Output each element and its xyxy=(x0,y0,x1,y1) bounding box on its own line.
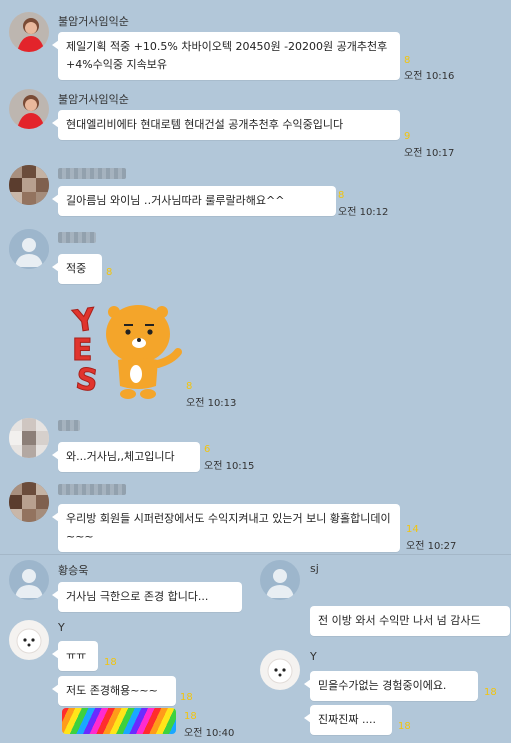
message-bubble[interactable]: 현대엘리비에타 현대로템 현대건설 공개추천후 수익중입니다 xyxy=(52,110,400,140)
unread-count: 18 xyxy=(484,687,497,698)
message-bubble[interactable]: 저도 존경해용~~~ xyxy=(52,676,176,706)
sender-name: 황승욱 xyxy=(58,564,89,577)
chat-window: { "messages": { "m1": {"sender":"불암거사임익순… xyxy=(0,0,511,743)
message-bubble[interactable]: 제일기획 적중 +10.5% 차바이오텍 20450원 -20200원 공개추천… xyxy=(52,32,400,80)
message-time: 오전 10:40 xyxy=(184,728,235,739)
avatar-photo-icon xyxy=(9,89,49,129)
unread-count: 6 xyxy=(204,444,211,455)
blurred-sender-name xyxy=(58,484,126,495)
blurred-sender-name xyxy=(58,168,126,179)
unread-count: 18 xyxy=(184,711,197,722)
svg-text:S: S xyxy=(74,361,100,399)
sticker-icon: Y E S xyxy=(70,301,182,400)
avatar[interactable] xyxy=(9,560,49,600)
unread-count: 8 xyxy=(338,190,345,201)
unread-count: 18 xyxy=(180,692,193,703)
blurred-avatar-icon xyxy=(9,482,49,522)
default-profile-icon xyxy=(260,560,300,600)
message-bubble[interactable]: 거사님 극한으로 존경 합니다... xyxy=(52,582,242,612)
message-bubble[interactable]: 믿을수가없는 경험중이에요. xyxy=(304,671,478,701)
avatar[interactable] xyxy=(9,165,49,205)
message-bubble[interactable]: 우리방 회원들 시퍼런장에서도 수익지켜내고 있는거 보니 황홀합니데이~~~ xyxy=(52,504,400,552)
unread-count: 8 xyxy=(186,381,193,392)
sender-name: 불암거사임익순 xyxy=(58,15,129,28)
message-time: 오전 10:16 xyxy=(404,71,455,82)
sender-name: Y xyxy=(310,650,317,663)
dog-avatar-icon xyxy=(9,620,49,660)
unread-count: 18 xyxy=(398,721,411,732)
message-time: 오전 10:27 xyxy=(406,541,457,552)
message-time: 오전 10:17 xyxy=(404,148,455,159)
blurred-sender-name xyxy=(58,232,96,243)
message-time: 오전 10:15 xyxy=(204,461,255,472)
default-profile-icon xyxy=(9,560,49,600)
panel-divider xyxy=(0,554,511,555)
message-bubble[interactable]: 전 이방 와서 수익만 나서 넘 감사드 xyxy=(310,606,510,636)
avatar-photo-icon xyxy=(9,12,49,52)
message-bubble[interactable]: 진짜진짜 .... xyxy=(304,705,392,735)
sender-name: Y xyxy=(58,621,65,634)
avatar[interactable] xyxy=(9,418,49,458)
avatar[interactable] xyxy=(260,650,300,690)
avatar[interactable] xyxy=(260,560,300,600)
message-time: 오전 10:13 xyxy=(186,398,237,409)
message-bubble[interactable]: 와...거사님,,체고입니다 xyxy=(52,442,200,472)
blurred-avatar-icon xyxy=(9,418,49,458)
avatar[interactable] xyxy=(9,89,49,129)
avatar[interactable] xyxy=(9,482,49,522)
blurred-avatar-icon xyxy=(9,165,49,205)
default-profile-icon xyxy=(9,229,49,269)
message-bubble[interactable]: ㅠㅠ xyxy=(52,641,98,671)
avatar[interactable] xyxy=(9,12,49,52)
sender-name: sj xyxy=(310,562,319,575)
unread-count: 8 xyxy=(106,267,113,278)
unread-count: 8 xyxy=(404,55,411,66)
blurred-sender-name xyxy=(58,420,80,431)
sender-name: 불암거사임익순 xyxy=(58,93,129,106)
unread-count: 18 xyxy=(104,657,117,668)
message-time: 오전 10:12 xyxy=(338,207,389,218)
message-bubble[interactable]: 적중 xyxy=(52,254,102,284)
unread-count: 14 xyxy=(406,524,419,535)
dog-avatar-icon xyxy=(260,650,300,690)
ryan-yes-sticker[interactable]: Y E S xyxy=(68,294,184,406)
avatar[interactable] xyxy=(9,620,49,660)
unread-count: 9 xyxy=(404,131,411,142)
rainbow-image[interactable] xyxy=(62,708,176,734)
message-bubble[interactable]: 길아름님 와이님 ‥거사님따라 룰루랄라해요^^ xyxy=(52,186,336,216)
avatar[interactable] xyxy=(9,229,49,269)
